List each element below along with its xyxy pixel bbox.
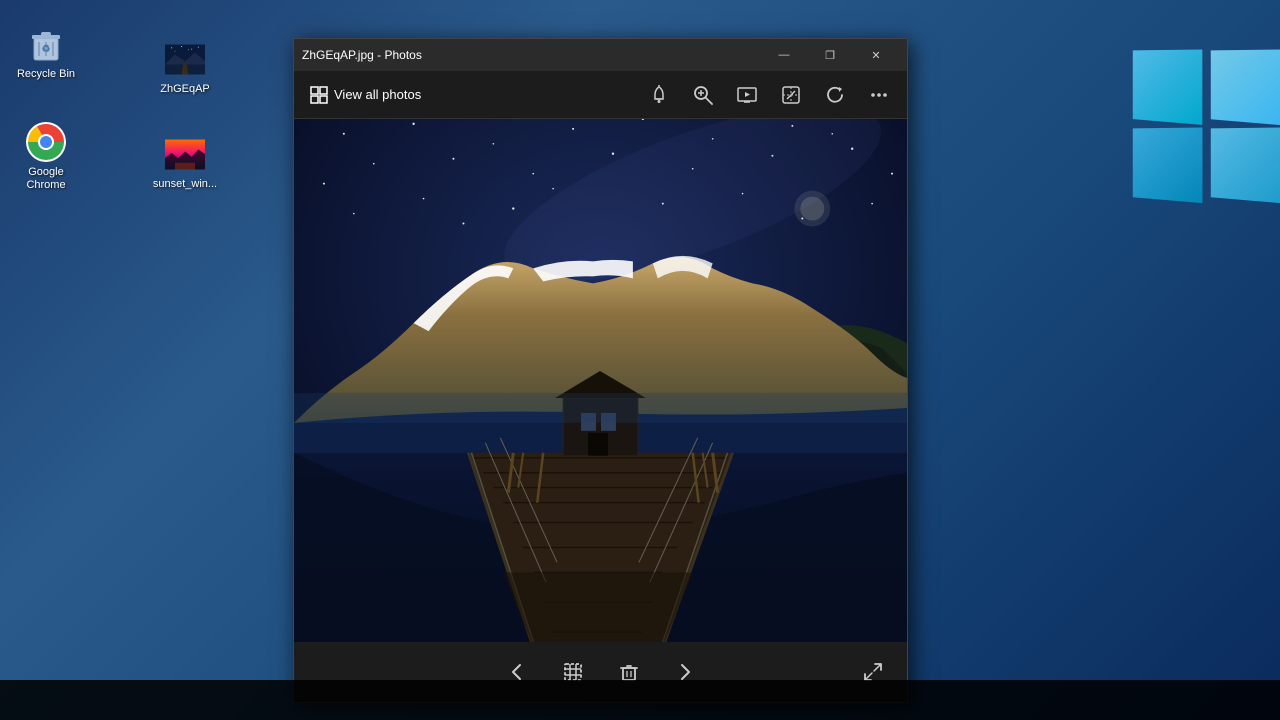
window-controls: — ❐ ✕	[761, 39, 899, 71]
desktop-icon-recycle-bin[interactable]: ♻ Recycle Bin	[6, 20, 86, 85]
close-button[interactable]: ✕	[853, 39, 899, 71]
rotate-icon	[825, 85, 845, 105]
sunset-label: sunset_win...	[153, 178, 217, 191]
view-all-photos-button[interactable]: View all photos	[302, 80, 429, 110]
zoom-icon	[693, 85, 713, 105]
view-all-label: View all photos	[334, 87, 421, 102]
grid-icon	[310, 86, 328, 104]
zhgeqap-thumbnail	[165, 39, 205, 79]
bell-icon	[649, 85, 669, 105]
minimize-button[interactable]: —	[761, 39, 807, 71]
desktop-icon-zhgeqap[interactable]: ZhGEqAP	[145, 35, 225, 100]
window-title: ZhGEqAP.jpg - Photos	[302, 48, 761, 62]
recycle-bin-label: Recycle Bin	[17, 68, 75, 81]
zoom-button[interactable]	[683, 75, 723, 115]
desktop-icon-sunset[interactable]: sunset_win...	[145, 130, 225, 195]
windows-logo-decoration	[1130, 50, 1280, 350]
slideshow-icon	[737, 85, 757, 105]
rotate-button[interactable]	[815, 75, 855, 115]
desktop: ♻ Recycle Bin	[0, 0, 1280, 720]
svg-text:♻: ♻	[42, 44, 51, 55]
title-bar: ZhGEqAP.jpg - Photos — ❐ ✕	[294, 39, 907, 71]
enhance-icon	[781, 85, 801, 105]
desktop-icon-chrome[interactable]: Google Chrome	[6, 118, 86, 196]
zhgeqap-label: ZhGEqAP	[160, 83, 210, 96]
bell-button[interactable]	[639, 75, 679, 115]
more-icon	[869, 85, 889, 105]
chrome-label: Google Chrome	[10, 166, 82, 192]
toolbar: View all photos	[294, 71, 907, 119]
maximize-button[interactable]: ❐	[807, 39, 853, 71]
chrome-icon	[26, 122, 66, 162]
more-button[interactable]	[859, 75, 899, 115]
photos-window: ZhGEqAP.jpg - Photos — ❐ ✕ View all phot…	[293, 38, 908, 703]
photo-display-area	[294, 119, 907, 642]
taskbar[interactable]	[0, 680, 1280, 720]
sunset-thumbnail	[165, 134, 205, 174]
recycle-bin-icon: ♻	[26, 24, 66, 64]
enhance-button[interactable]	[771, 75, 811, 115]
slideshow-button[interactable]	[727, 75, 767, 115]
